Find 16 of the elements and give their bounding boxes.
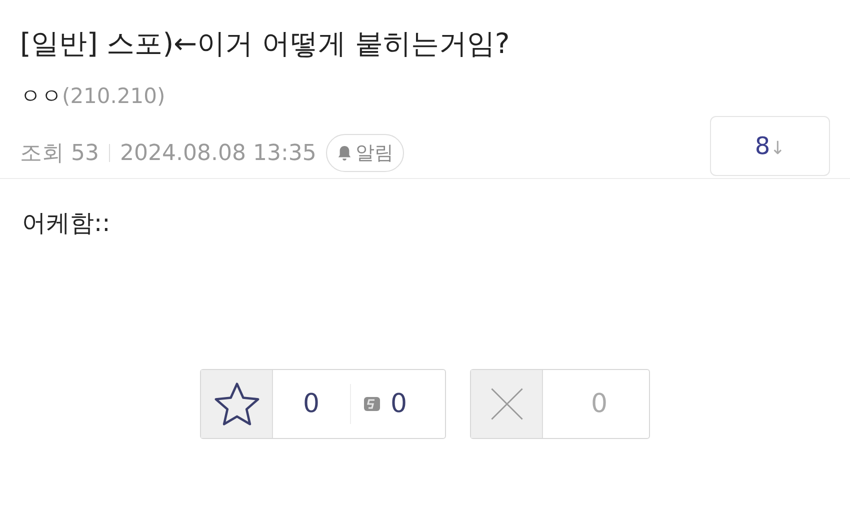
author-name: ㅇㅇ	[20, 83, 62, 110]
bell-icon	[337, 144, 352, 162]
comment-count-button[interactable]: 8↓	[710, 116, 830, 176]
upvote-button[interactable]	[201, 370, 273, 438]
view-count: 조회 53	[20, 140, 99, 168]
star-icon	[212, 381, 260, 427]
post-date: 2024.08.08 13:35	[120, 140, 316, 166]
fixed-upvote-count: 0	[390, 389, 408, 419]
alarm-button[interactable]: 알림	[326, 134, 404, 172]
post-body: 어케함::	[21, 208, 112, 239]
close-icon	[488, 386, 524, 422]
author-ip: (210.210)	[62, 84, 166, 108]
post-title: [일반] 스포)←이거 어떻게 붙히는거임?	[20, 26, 511, 62]
badge-icon	[362, 396, 381, 412]
downvote-count: 0	[591, 389, 608, 419]
upvote-count: 0	[303, 389, 320, 419]
